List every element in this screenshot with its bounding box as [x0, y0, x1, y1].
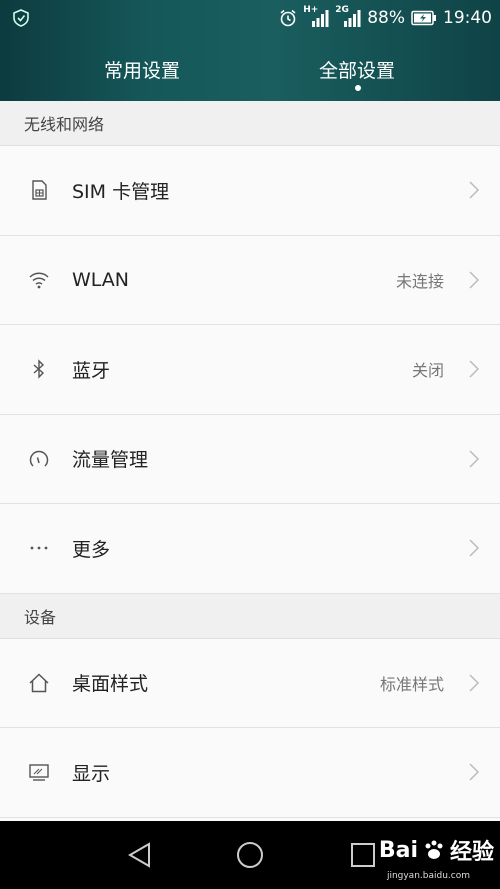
- wifi-icon: [27, 268, 51, 292]
- section-title: 设备: [24, 607, 57, 627]
- settings-item-label: 蓝牙: [72, 359, 111, 382]
- display-icon: [27, 760, 51, 784]
- status-bar: H+ 2G 88% 19:40: [0, 0, 500, 36]
- chevron-right-icon: [468, 762, 480, 782]
- baidu-watermark: Bai 经验: [379, 834, 494, 866]
- settings-item-label: 更多: [72, 538, 111, 561]
- section-header-wireless: 无线和网络: [0, 101, 500, 146]
- watermark-bai: Bai: [378, 837, 418, 863]
- tab-bar: 常用设置 全部设置: [0, 50, 500, 91]
- clock: 19:40: [443, 8, 492, 28]
- data-usage-icon: [27, 447, 51, 471]
- bluetooth-icon: [27, 357, 51, 381]
- sim-card-icon: [27, 178, 51, 202]
- chevron-right-icon: [468, 449, 480, 469]
- alarm-icon: [279, 9, 297, 27]
- back-triangle-icon[interactable]: [125, 840, 155, 870]
- home-icon: [27, 671, 51, 695]
- recents-square-icon[interactable]: [348, 840, 378, 870]
- battery-percent: 88%: [367, 8, 405, 28]
- chevron-right-icon: [468, 538, 480, 558]
- section-title: 无线和网络: [24, 115, 105, 134]
- chevron-right-icon: [468, 673, 480, 693]
- settings-item-wlan[interactable]: WLAN 未连接: [0, 235, 500, 325]
- settings-item-value: 关闭: [411, 361, 444, 381]
- battery-charging-icon: [411, 10, 437, 26]
- settings-list: 无线和网络 SIM 卡管理 WLAN 未连接 蓝牙 关闭 流量管理 更多 设备 …: [0, 101, 500, 821]
- settings-item-label: 桌面样式: [72, 673, 149, 696]
- settings-item-bluetooth[interactable]: 蓝牙 关闭: [0, 325, 500, 415]
- settings-item-label: 显示: [72, 762, 111, 785]
- shield-icon: [12, 9, 30, 27]
- signal-icon: H+: [303, 5, 329, 28]
- chevron-right-icon: [468, 359, 480, 379]
- more-icon: [27, 536, 51, 560]
- settings-item-value: 未连接: [395, 271, 444, 291]
- watermark-du: 经验: [449, 840, 494, 865]
- settings-item-label: WLAN: [72, 268, 130, 291]
- settings-item-label: 流量管理: [72, 449, 149, 472]
- tab-common-settings[interactable]: 常用设置: [104, 56, 180, 83]
- settings-item-value: 标准样式: [379, 674, 444, 694]
- tab-all-settings[interactable]: 全部设置: [319, 56, 395, 83]
- settings-item-label: SIM 卡管理: [72, 180, 170, 203]
- home-circle-icon[interactable]: [235, 840, 265, 870]
- settings-item-home-style[interactable]: 桌面样式 标准样式: [0, 638, 500, 728]
- settings-item-more[interactable]: 更多: [0, 504, 500, 594]
- chevron-right-icon: [468, 270, 480, 290]
- app-header: H+ 2G 88% 19:40 常用设置 全部设置: [0, 0, 500, 101]
- navigation-bar: Bai 经验 jingyan.baidu.com: [0, 821, 500, 889]
- settings-item-sim[interactable]: SIM 卡管理: [0, 146, 500, 236]
- active-tab-indicator: [355, 85, 361, 91]
- paw-icon: [422, 838, 446, 862]
- settings-item-data-usage[interactable]: 流量管理: [0, 414, 500, 504]
- section-header-device: 设备: [0, 593, 500, 639]
- signal-icon-2: 2G: [335, 5, 361, 28]
- settings-item-display[interactable]: 显示: [0, 728, 500, 818]
- chevron-right-icon: [468, 180, 480, 200]
- watermark-url: jingyan.baidu.com: [386, 871, 470, 881]
